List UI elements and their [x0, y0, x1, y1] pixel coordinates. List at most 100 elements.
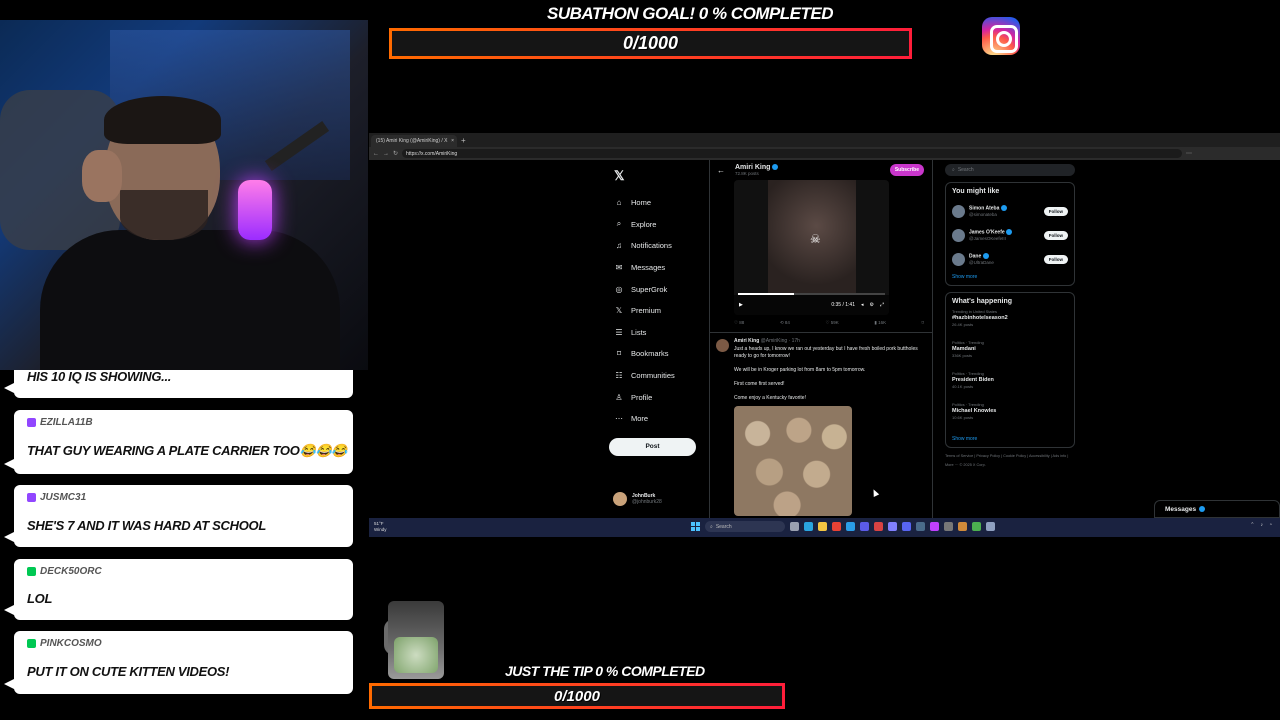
new-tab-button[interactable]: +	[461, 135, 466, 147]
app-icon[interactable]	[888, 522, 897, 531]
show-more-link[interactable]: Show more	[952, 436, 1068, 442]
bookmark-icon[interactable]: ⌑	[922, 320, 924, 326]
forward-icon[interactable]: →	[383, 151, 389, 157]
nav-item-bookmarks[interactable]: ⌑ Bookmarks	[609, 343, 709, 365]
suggested-handle: @simonateba	[969, 212, 997, 218]
nav-item-communities[interactable]: ☷ Communities	[609, 365, 709, 387]
x-logo-icon[interactable]: 𝕏	[614, 168, 709, 184]
network-icon[interactable]: ◔	[1269, 522, 1272, 528]
repost-action[interactable]: ⟲ 84	[780, 320, 790, 326]
discord-icon[interactable]	[902, 522, 911, 531]
back-icon[interactable]: ←	[373, 151, 379, 157]
nav-item-supergrok[interactable]: ◎ SuperGrok	[609, 278, 709, 300]
weather-widget[interactable]: 51°F Windy	[374, 521, 387, 533]
kick-badge-icon	[27, 567, 36, 576]
twitch-badge-icon	[27, 418, 36, 427]
tweet-image[interactable]	[734, 406, 852, 516]
avatar	[952, 228, 965, 242]
tweet[interactable]: Amiri King @AmiriKing · 17h Just a heads…	[710, 332, 932, 516]
nav-item-more[interactable]: ⋯ More	[609, 408, 709, 430]
views-action[interactable]: ▮ 16K	[874, 320, 886, 326]
chat-message-text: HIS 10 IQ IS SHOWING...	[27, 369, 172, 384]
trend-item[interactable]: Politics · Trending Michael Knowles 10.6K …	[952, 402, 1068, 433]
windows-taskbar: 51°F Windy ⌕ Search ⌃ ♪ ◔	[369, 518, 1280, 537]
app-icon[interactable]	[874, 522, 883, 531]
tray-chevron-icon[interactable]: ⌃	[1250, 522, 1254, 528]
fullscreen-icon[interactable]: ⤢	[880, 302, 884, 308]
menu-icon[interactable]: ⋯	[1186, 150, 1192, 157]
volume-icon[interactable]: ♪	[1260, 522, 1263, 528]
skype-icon[interactable]	[846, 522, 855, 531]
browser-tab[interactable]: (15) Amiri King (@AmiriKing) / X ×	[371, 135, 457, 147]
settings-icon[interactable]: ⚙	[870, 302, 874, 308]
nav-item-explore[interactable]: ⌕ Explore	[609, 214, 709, 236]
trend-title: President Biden	[952, 377, 994, 383]
reload-icon[interactable]: ↻	[393, 150, 398, 157]
app-icon[interactable]	[972, 522, 981, 531]
trend-item[interactable]: Politics · Trending President Biden 40.1K …	[952, 371, 1068, 402]
profile-icon: ♙	[615, 392, 623, 402]
tip-jar-mug	[384, 601, 464, 681]
like-action[interactable]: ♡ 59K	[825, 320, 838, 326]
close-tab-icon[interactable]: ×	[451, 138, 457, 144]
system-tray[interactable]: ⌃ ♪ ◔	[1250, 522, 1272, 528]
taskbar-search[interactable]: ⌕ Search	[705, 521, 785, 532]
supergrok-icon: ◎	[615, 284, 623, 294]
avatar	[613, 492, 627, 506]
nav-item-notifications[interactable]: ♫ Notifications	[609, 235, 709, 257]
communities-icon: ☷	[615, 371, 623, 381]
app-icon[interactable]	[958, 522, 967, 531]
premium-icon: 𝕏	[615, 306, 623, 316]
trend-title: #hazbinhotelseason2	[952, 315, 1008, 321]
nav-item-lists[interactable]: ☰ Lists	[609, 322, 709, 344]
lists-icon: ☰	[615, 327, 623, 337]
volume-icon[interactable]: ◂	[861, 302, 864, 308]
chat-message: DECK50ORC LOL	[4, 559, 353, 620]
settings-icon[interactable]	[986, 522, 995, 531]
nav-label: SuperGrok	[631, 284, 668, 294]
subscribe-button[interactable]: Subscribe	[889, 164, 924, 176]
nav-label: Lists	[631, 327, 647, 337]
nav-item-premium[interactable]: 𝕏 Premium	[609, 300, 709, 322]
suggested-account[interactable]: James O'Keefe @JamesOKeefeIII Follow	[952, 223, 1068, 247]
messages-dock[interactable]: Messages	[1154, 500, 1280, 518]
suggested-account[interactable]: Simon Ateba @simonateba Follow	[952, 199, 1068, 223]
file-explorer-icon[interactable]	[818, 522, 827, 531]
show-more-link[interactable]: Show more	[952, 274, 1068, 280]
nav-item-profile[interactable]: ♙ Profile	[609, 386, 709, 408]
play-icon[interactable]: ▶	[739, 302, 743, 308]
trend-item[interactable]: Trending in United States #hazbinhotelsea…	[952, 309, 1068, 340]
trend-post-count: 336K posts	[952, 353, 973, 358]
suggested-account[interactable]: Dane @UltraDane Follow	[952, 247, 1068, 271]
trend-item[interactable]: Politics · Trending Mamdani 336K posts	[952, 340, 1068, 371]
back-arrow-icon[interactable]: ←	[717, 166, 725, 175]
avatar	[952, 204, 965, 218]
follow-button[interactable]: Follow	[1043, 230, 1068, 240]
app-icon[interactable]	[944, 522, 953, 531]
reply-action[interactable]: ♡ 88	[734, 320, 744, 326]
video-player[interactable]: ☠ ▶ 0:35 / 1:41 ◂ ⚙ ⤢	[734, 180, 889, 315]
task-view-icon[interactable]	[790, 522, 799, 531]
chrome-icon[interactable]	[832, 522, 841, 531]
search-input[interactable]: ⌕ Search	[945, 164, 1075, 176]
address-bar[interactable]: https://x.com/AmiriKing	[402, 149, 1183, 158]
footer-links[interactable]: Terms of Service | Privacy Policy | Cook…	[945, 452, 1075, 470]
tip-goal-value: 0/1000	[554, 687, 600, 705]
obs-icon[interactable]	[930, 522, 939, 531]
steam-icon[interactable]	[916, 522, 925, 531]
windows-start-icon[interactable]	[691, 522, 700, 531]
chat-message: HIS 10 IQ IS SHOWING...	[4, 369, 353, 398]
suggested-handle: @JamesOKeefeIII	[969, 236, 1006, 242]
nav-item-messages[interactable]: ✉ Messages	[609, 257, 709, 279]
happening-title: What's happening	[952, 298, 1012, 305]
avatar	[952, 252, 965, 266]
nav-item-home[interactable]: ⌂ Home	[609, 192, 709, 214]
account-switcher[interactable]: JohnBurk @johnburk28	[613, 492, 662, 506]
edge-icon[interactable]	[804, 522, 813, 531]
chat-message-text: THAT GUY WEARING A PLATE CARRIER TOO😂😂😂	[27, 443, 348, 458]
follow-button[interactable]: Follow	[1043, 206, 1068, 216]
notifications-icon: ♫	[616, 241, 622, 251]
follow-button[interactable]: Follow	[1043, 254, 1068, 264]
app-icon[interactable]	[860, 522, 869, 531]
post-button[interactable]: Post	[609, 437, 696, 456]
